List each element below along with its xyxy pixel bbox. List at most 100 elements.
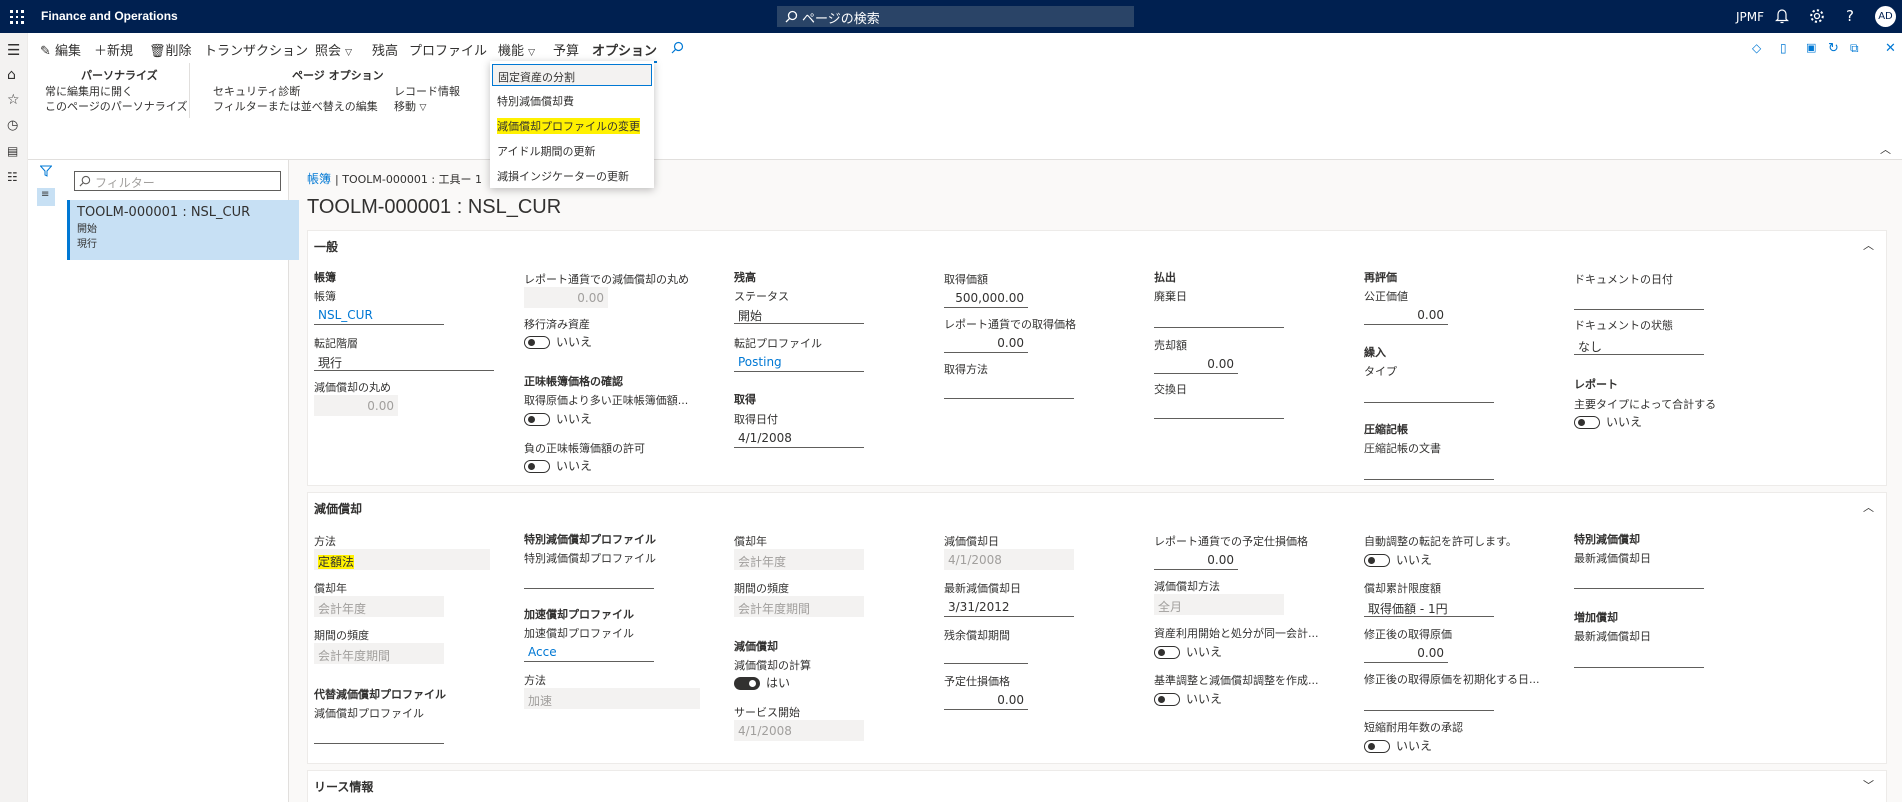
report-scrap-field[interactable]: 0.00 [1154, 549, 1238, 570]
favorites-icon[interactable]: ☆ [7, 92, 20, 108]
auto-adj-toggle[interactable]: いいえ [1364, 551, 1432, 568]
filter-sort-button[interactable]: フィルターまたは並べ替えの編集 [213, 98, 378, 114]
tab-options[interactable]: オプション [592, 40, 658, 63]
menu-item-special-depreciation[interactable]: 特別減価償却費 [497, 93, 574, 109]
migrated-toggle[interactable]: いいえ [524, 333, 592, 350]
posting-layer-field[interactable]: 現行 [314, 350, 494, 371]
list-filter-input[interactable]: フィルター [74, 171, 281, 191]
list-item[interactable]: TOOLM-000001 : NSL_CUR 開始 現行 [67, 200, 299, 260]
delete-button[interactable]: 🗑削除 [149, 40, 192, 59]
breadcrumb-link[interactable]: 帳簿 [307, 172, 331, 186]
calc-dep-toggle[interactable]: はい [734, 674, 790, 691]
acq-method-field[interactable] [944, 378, 1074, 399]
hamburger-menu-icon[interactable]: ☰ [7, 41, 20, 59]
accel-profile-field[interactable]: Acce [524, 641, 654, 662]
bell-icon[interactable] [1775, 8, 1789, 24]
attachments-icon[interactable]: ▣ [1806, 41, 1816, 54]
app-launcher-icon[interactable] [10, 10, 24, 24]
company-picker[interactable]: JPMF [1736, 10, 1764, 24]
home-icon[interactable]: ⌂ [7, 67, 16, 83]
diamond-icon[interactable]: ◇ [1752, 41, 1761, 55]
filter-icon[interactable] [40, 165, 52, 177]
sum-by-main-type-toggle[interactable]: いいえ [1574, 413, 1642, 430]
extra-last-date-label: 最新減価償却日 [1574, 630, 1651, 643]
close-icon[interactable]: ✕ [1885, 41, 1896, 56]
last-dep-date-field[interactable]: 3/31/2012 [944, 596, 1074, 617]
special-last-date-field[interactable] [1574, 588, 1704, 589]
tab-profile[interactable]: プロファイル [409, 40, 487, 59]
move-button[interactable]: 移動 ▽ [394, 98, 426, 114]
list-view-icon[interactable]: ≡ [37, 188, 55, 206]
alt-profile-field[interactable] [314, 743, 444, 744]
revised-acq-field[interactable]: 0.00 [1364, 642, 1448, 663]
chevron-down-icon[interactable]: ﹀ [1863, 777, 1874, 793]
accel-profile-group-title: 加速償却プロファイル [524, 608, 634, 621]
help-icon[interactable]: ? [1846, 7, 1854, 25]
same-period-toggle[interactable]: いいえ [1154, 643, 1222, 660]
remaining-periods-label: 残余償却期間 [944, 629, 1010, 642]
short-life-toggle[interactable]: いいえ [1364, 737, 1432, 754]
always-open-edit-button[interactable]: 常に編集用に開く [45, 83, 133, 99]
type-field[interactable] [1364, 402, 1494, 403]
record-info-button[interactable]: レコード情報 [394, 83, 460, 99]
tab-transaction[interactable]: トランザクション [204, 40, 308, 59]
scrap-value-field[interactable]: 0.00 [944, 689, 1028, 710]
nbv-negative-toggle[interactable]: いいえ [524, 457, 592, 474]
nbv-greater-toggle[interactable]: いいえ [524, 410, 592, 427]
menu-item-change-depreciation-profile[interactable]: 減価償却プロファイルの変更 [497, 118, 640, 134]
nbv-greater-label: 取得原価より多い正味帳簿価額... [524, 394, 689, 407]
search-icon[interactable] [671, 41, 684, 54]
extra-last-date-field[interactable] [1574, 667, 1704, 668]
scrap-date-field[interactable] [1154, 327, 1284, 328]
general-section-title[interactable]: 一般 [314, 238, 338, 255]
acq-date-field[interactable]: 4/1/2008 [734, 427, 864, 448]
tab-balance[interactable]: 残高 [372, 40, 398, 59]
period-freq-label: 期間の頻度 [314, 629, 369, 642]
edit-button[interactable]: ✎ 編集 [40, 40, 81, 59]
posting-profile-field[interactable]: Posting [734, 351, 864, 372]
sale-amount-field[interactable]: 0.00 [1154, 353, 1238, 374]
tab-inquiry[interactable]: 照会 ▽ [315, 40, 352, 59]
personalize-page-button[interactable]: このページのパーソナライズ [45, 98, 187, 114]
exchange-date-field[interactable] [1154, 418, 1284, 419]
compress-doc-field[interactable] [1364, 479, 1494, 480]
office-icon[interactable]: ▯ [1780, 41, 1787, 55]
collapse-pane-icon[interactable]: ︿ [1880, 141, 1891, 157]
special-last-date-label: 最新減価償却日 [1574, 552, 1651, 565]
menu-item-update-impairment-indicator[interactable]: 減損インジケーターの更新 [497, 168, 629, 184]
refresh-icon[interactable]: ↻ [1828, 41, 1839, 56]
tab-budget[interactable]: 予算 [553, 40, 579, 59]
max-dep-field[interactable]: 取得価額 - 1円 [1364, 596, 1494, 617]
fair-value-field[interactable]: 0.00 [1364, 304, 1448, 325]
doc-status-field[interactable]: なし [1574, 334, 1704, 355]
security-diagnostics-button[interactable]: セキュリティ診断 [213, 83, 300, 99]
special-profile-field[interactable] [524, 588, 654, 589]
book-field[interactable]: NSL_CUR [314, 304, 444, 325]
depreciation-section-title[interactable]: 減価償却 [314, 500, 362, 517]
menu-item-split-asset[interactable]: 固定資産の分割 [492, 64, 652, 86]
chevron-up-icon[interactable]: ︿ [1863, 499, 1874, 515]
avatar[interactable]: AD [1875, 6, 1896, 27]
new-button[interactable]: ＋新規 [94, 40, 133, 59]
app-name[interactable]: Finance and Operations [41, 9, 178, 23]
recent-icon[interactable]: ◷ [7, 118, 18, 133]
modules-icon[interactable]: ☷ [7, 170, 18, 184]
acq-price-field[interactable]: 500,000.00 [944, 287, 1028, 308]
open-new-window-icon[interactable]: ⧉ [1850, 41, 1859, 56]
chevron-up-icon[interactable]: ︿ [1863, 237, 1874, 253]
general-section: 一般 ︿ 帳簿 帳簿 NSL_CUR 転記階層 現行 減価償却の丸め 0.00 … [307, 230, 1887, 486]
status-field[interactable]: 開始 [734, 303, 864, 324]
page-search-input[interactable]: ページの検索 [777, 6, 1134, 27]
menu-item-update-idle-period[interactable]: アイドル期間の更新 [497, 143, 595, 159]
same-period-label: 資産利用開始と処分が同一会計... [1154, 627, 1319, 640]
status-label: ステータス [734, 290, 789, 303]
doc-date-field[interactable] [1574, 309, 1704, 310]
workspaces-icon[interactable]: ▤ [7, 144, 18, 158]
report-acq-price-field[interactable]: 0.00 [944, 332, 1028, 353]
revised-init-field[interactable] [1364, 710, 1494, 711]
lease-section-title[interactable]: リース情報 [314, 778, 373, 795]
gear-icon[interactable] [1809, 8, 1825, 24]
equity-adj-toggle[interactable]: いいえ [1154, 690, 1222, 707]
remaining-periods-field[interactable] [944, 643, 1028, 664]
tab-function[interactable]: 機能 ▽ [498, 40, 535, 59]
